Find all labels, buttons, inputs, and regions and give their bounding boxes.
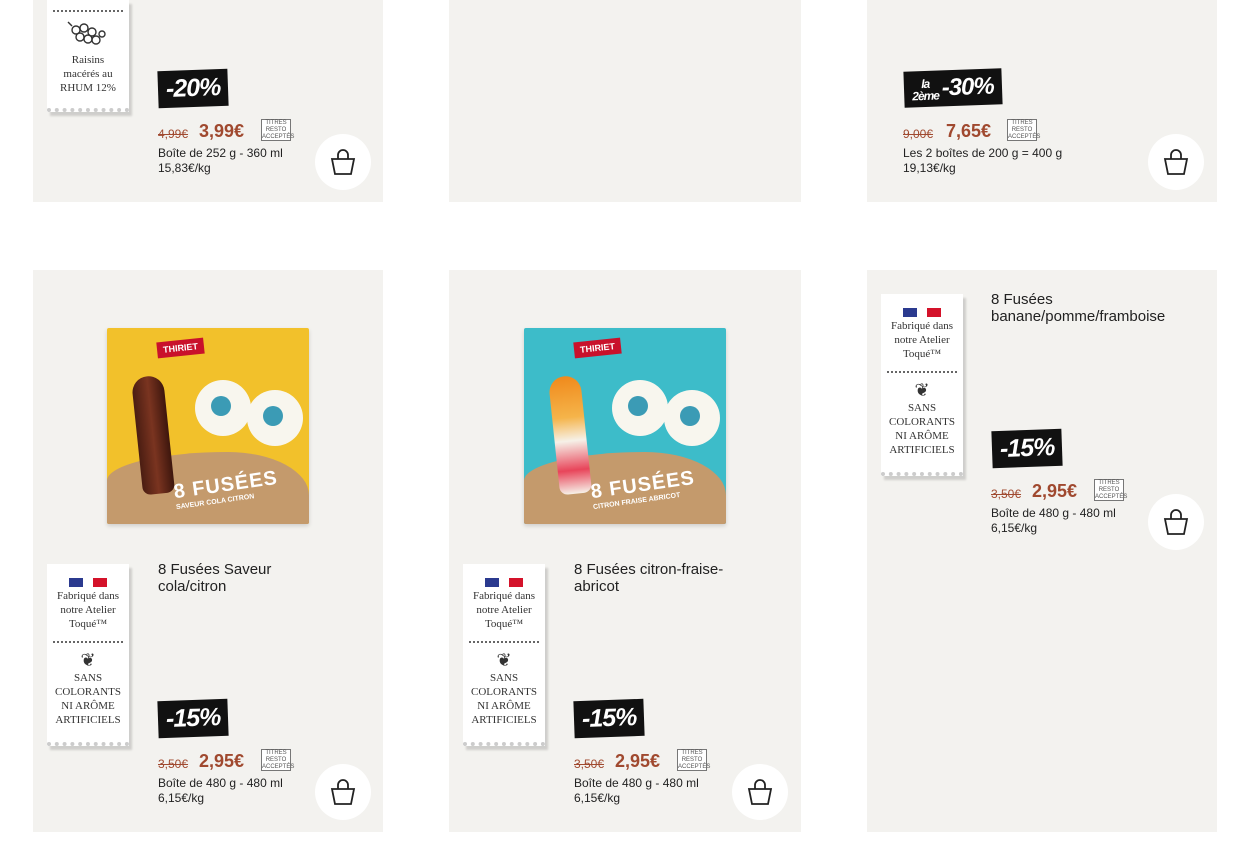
- promo-badge: -15%: [991, 428, 1063, 469]
- product-image[interactable]: THIRIET 8 FUSÉES SAVEUR COLA CITRON: [33, 295, 383, 557]
- current-price: 2,95€: [615, 751, 661, 771]
- titres-resto-logo: TITRES RESTO ACCEPTÉS: [1007, 119, 1041, 141]
- titres-resto-logo: TITRES RESTO ACCEPTÉS: [261, 749, 295, 771]
- tag-text-natural: SANS COLORANTS NI ARÔME ARTIFICIELS: [54, 672, 121, 726]
- tag-text-natural: SANS COLORANTS NI ARÔME ARTIFICIELS: [888, 402, 955, 456]
- old-price: 4,99€: [158, 127, 189, 141]
- old-price: 9,00€: [903, 127, 934, 141]
- product-card[interactable]: la 2ème-30% 9,00€ 7,65€ TITRES RESTO ACCE…: [867, 0, 1217, 202]
- add-to-cart-button[interactable]: [1148, 134, 1204, 190]
- old-price: 3,50€: [158, 757, 189, 771]
- tag-text-origin: Fabriqué dans notre Atelier Toqué™: [890, 320, 953, 360]
- product-label-tag: Raisins macérés au RHUM 12%: [47, 0, 129, 112]
- promo-badge: -15%: [573, 698, 645, 739]
- unit-price: 15,83€/kg: [158, 161, 211, 175]
- package-size: Boîte de 252 g - 360 ml: [158, 146, 283, 160]
- unit-price: 6,15€/kg: [991, 521, 1038, 535]
- current-price: 3,99€: [199, 121, 245, 141]
- product-title[interactable]: 8 Fusées banane/pomme/framboise: [991, 291, 1201, 325]
- product-title[interactable]: 8 Fusées Saveur cola/citron: [158, 561, 338, 595]
- package-size: Boîte de 480 g - 480 ml: [991, 506, 1116, 520]
- product-label-tag: Fabriqué dans notre Atelier Toqué™ ❦ SAN…: [463, 564, 545, 746]
- french-flag-icon: [881, 308, 963, 317]
- brand-logo: THIRIET: [573, 337, 622, 359]
- shopping-basket-icon: [1163, 509, 1189, 535]
- titres-resto-logo: TITRES RESTO ACCEPTÉS: [677, 749, 711, 771]
- add-to-cart-button[interactable]: [732, 764, 788, 820]
- package-size: Boîte de 480 g - 480 ml: [574, 776, 699, 790]
- package-info: Boîte de 252 g - 360 ml 15,83€/kg: [158, 146, 283, 176]
- add-to-cart-button[interactable]: [315, 764, 371, 820]
- grapes-icon: [47, 20, 129, 53]
- tag-text-origin: Fabriqué dans notre Atelier Toqué™: [56, 590, 119, 630]
- brand-logo: THIRIET: [156, 337, 205, 359]
- old-price: 3,50€: [991, 487, 1022, 501]
- shopping-basket-icon: [1163, 149, 1189, 175]
- leaf-icon: ❦: [80, 650, 96, 670]
- leaf-icon: ❦: [914, 380, 930, 400]
- french-flag-icon: [463, 578, 545, 587]
- tag-text-origin: Fabriqué dans notre Atelier Toqué™: [472, 590, 535, 630]
- package-info: Boîte de 480 g - 480 ml 6,15€/kg: [158, 776, 283, 806]
- leaf-icon: ❦: [496, 650, 512, 670]
- unit-price: 6,15€/kg: [158, 791, 205, 805]
- current-price: 2,95€: [1032, 481, 1078, 501]
- old-price: 3,50€: [574, 757, 605, 771]
- package-info: Boîte de 480 g - 480 ml 6,15€/kg: [574, 776, 699, 806]
- product-card[interactable]: THIRIET 8 FUSÉES CITRON FRAISE ABRICOT Fa…: [449, 270, 801, 832]
- titres-resto-logo: TITRES RESTO ACCEPTÉS: [1094, 479, 1128, 501]
- product-label-tag: Fabriqué dans notre Atelier Toqué™ ❦ SAN…: [47, 564, 129, 746]
- unit-price: 19,13€/kg: [903, 161, 956, 175]
- promo-badge: la 2ème-30%: [903, 68, 1003, 108]
- shopping-basket-icon: [330, 149, 356, 175]
- add-to-cart-button[interactable]: [1148, 494, 1204, 550]
- shopping-basket-icon: [330, 779, 356, 805]
- package-info: Les 2 boîtes de 200 g = 400 g 19,13€/kg: [903, 146, 1062, 176]
- tag-text: Raisins macérés au RHUM 12%: [60, 54, 116, 94]
- shopping-basket-icon: [747, 779, 773, 805]
- unit-price: 6,15€/kg: [574, 791, 621, 805]
- product-card[interactable]: Raisins macérés au RHUM 12% -20% 4,99€ 3…: [33, 0, 383, 202]
- french-flag-icon: [47, 578, 129, 587]
- titres-resto-logo: TITRES RESTO ACCEPTÉS: [261, 119, 295, 141]
- promo-badge: -20%: [157, 68, 229, 109]
- package-size: Les 2 boîtes de 200 g = 400 g: [903, 146, 1063, 160]
- add-to-cart-button[interactable]: [315, 134, 371, 190]
- product-label-tag: Fabriqué dans notre Atelier Toqué™ ❦ SAN…: [881, 294, 963, 476]
- package-size: Boîte de 480 g - 480 ml: [158, 776, 283, 790]
- promo-badge: -15%: [157, 698, 229, 739]
- product-card[interactable]: Fabriqué dans notre Atelier Toqué™ ❦ SAN…: [867, 270, 1217, 832]
- current-price: 7,65€: [946, 121, 992, 141]
- package-info: Boîte de 480 g - 480 ml 6,15€/kg: [991, 506, 1116, 536]
- current-price: 2,95€: [199, 751, 245, 771]
- product-card[interactable]: [449, 0, 801, 202]
- tag-text-natural: SANS COLORANTS NI ARÔME ARTIFICIELS: [470, 672, 537, 726]
- product-card[interactable]: THIRIET 8 FUSÉES SAVEUR COLA CITRON Fabri…: [33, 270, 383, 832]
- product-title[interactable]: 8 Fusées citron-fraise-abricot: [574, 561, 754, 595]
- product-image[interactable]: THIRIET 8 FUSÉES CITRON FRAISE ABRICOT: [449, 295, 801, 557]
